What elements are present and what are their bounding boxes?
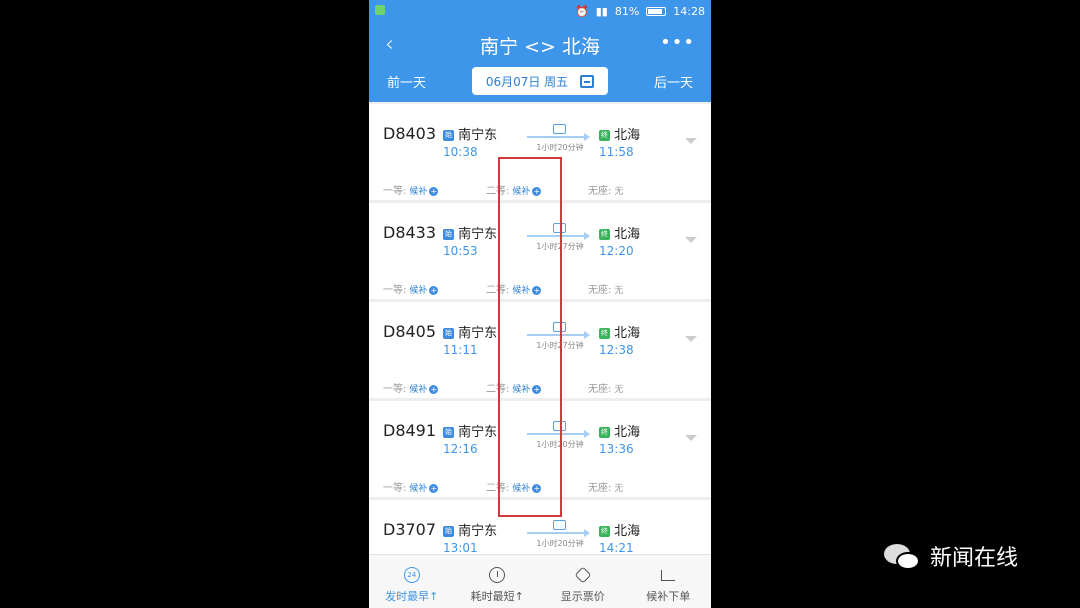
no-seat: 无座: 无: [588, 384, 624, 395]
end-tag-icon: 终: [599, 427, 610, 438]
tab-earliest-departure[interactable]: 24 发时最早↑: [369, 555, 455, 608]
end-tag-icon: 终: [599, 328, 610, 339]
notification-icon: [375, 5, 385, 15]
departure-time: 11:11: [443, 343, 478, 357]
first-class-seat[interactable]: 一等: 候补 +: [383, 182, 439, 197]
plus-icon: +: [429, 483, 439, 493]
train-number: D8403: [383, 124, 437, 143]
tab-show-price[interactable]: 显示票价: [540, 555, 626, 608]
duration: 1小时20分钟: [536, 143, 584, 152]
watermark-text: 新闻在线: [930, 546, 1019, 571]
departure-station: 始 南宁东: [443, 227, 498, 242]
expand-chevron-icon[interactable]: [685, 336, 697, 342]
train-number: D8433: [383, 223, 437, 242]
app-header: ‹ 南宁 <> 北海 ••• 前一天 06月07日 周五 后一天: [369, 24, 711, 102]
first-class-seat[interactable]: 一等: 候补 +: [383, 380, 439, 395]
train-icon: [553, 520, 566, 530]
arrival-time: 14:21: [599, 541, 634, 555]
timer-icon: [489, 567, 506, 583]
expand-chevron-icon[interactable]: [685, 237, 697, 243]
watermark: 新闻在线: [884, 540, 1018, 572]
clock: 14:28: [673, 5, 705, 18]
departure-station: 始 南宁东: [443, 326, 498, 341]
train-number: D8405: [383, 322, 437, 341]
alarm-icon: ⏰: [575, 5, 589, 18]
departure-station: 始 南宁东: [443, 524, 498, 539]
clock-24-icon: 24: [403, 567, 420, 583]
no-seat: 无座: 无: [588, 483, 624, 494]
signal-icon: ▮▮: [595, 5, 608, 18]
start-tag-icon: 始: [443, 427, 454, 438]
plus-icon: +: [429, 384, 439, 394]
duration: 1小时20分钟: [536, 539, 584, 548]
arrival-station: 终 北海: [599, 227, 641, 242]
date-picker[interactable]: 06月07日 周五: [472, 67, 608, 95]
first-class-seat[interactable]: 一等: 候补 +: [383, 479, 439, 494]
plus-icon: +: [429, 186, 439, 196]
first-class-seat[interactable]: 一等: 候补 +: [383, 281, 439, 296]
arrival-station: 终 北海: [599, 425, 641, 440]
cart-icon: [661, 570, 676, 581]
end-tag-icon: 终: [599, 229, 610, 240]
calendar-icon: [580, 74, 595, 88]
arrival-time: 12:38: [599, 343, 634, 357]
prev-day-button[interactable]: 前一天: [387, 72, 426, 91]
arrival-time: 13:36: [599, 442, 634, 456]
train-number: D3707: [383, 520, 437, 539]
train-number: D8491: [383, 421, 437, 440]
arrival-time: 11:58: [599, 145, 634, 159]
start-tag-icon: 始: [443, 229, 454, 240]
status-bar: ⏰ ▮▮ 81% 14:28: [369, 0, 711, 24]
no-seat: 无座: 无: [588, 186, 624, 197]
end-tag-icon: 终: [599, 526, 610, 537]
tab-waitlist-order[interactable]: 候补下单: [626, 555, 712, 608]
departure-time: 10:38: [443, 145, 478, 159]
price-tag-icon: [574, 566, 592, 584]
expand-chevron-icon[interactable]: [685, 138, 697, 144]
departure-time: 13:01: [443, 541, 478, 555]
tab-shortest-duration[interactable]: 耗时最短↑: [455, 555, 541, 608]
arrival-station: 终 北海: [599, 128, 641, 143]
departure-time: 10:53: [443, 244, 478, 258]
end-tag-icon: 终: [599, 130, 610, 141]
arrival-time: 12:20: [599, 244, 634, 258]
bottom-tab-bar: 24 发时最早↑ 耗时最短↑ 显示票价 候补下单: [369, 554, 711, 608]
arrival-station: 终 北海: [599, 524, 641, 539]
departure-station: 始 南宁东: [443, 128, 498, 143]
highlight-box: [498, 157, 562, 517]
train-icon: [553, 124, 566, 134]
next-day-button[interactable]: 后一天: [654, 72, 693, 91]
more-button[interactable]: •••: [660, 32, 695, 53]
plus-icon: +: [429, 285, 439, 295]
no-seat: 无座: 无: [588, 285, 624, 296]
wechat-icon: [884, 542, 922, 570]
departure-station: 始 南宁东: [443, 425, 498, 440]
expand-chevron-icon[interactable]: [685, 435, 697, 441]
start-tag-icon: 始: [443, 526, 454, 537]
battery-icon: [646, 7, 667, 16]
start-tag-icon: 始: [443, 328, 454, 339]
arrival-station: 终 北海: [599, 326, 641, 341]
start-tag-icon: 始: [443, 130, 454, 141]
departure-time: 12:16: [443, 442, 478, 456]
battery-percent: 81%: [614, 5, 640, 18]
date-label: 06月07日 周五: [485, 74, 569, 89]
